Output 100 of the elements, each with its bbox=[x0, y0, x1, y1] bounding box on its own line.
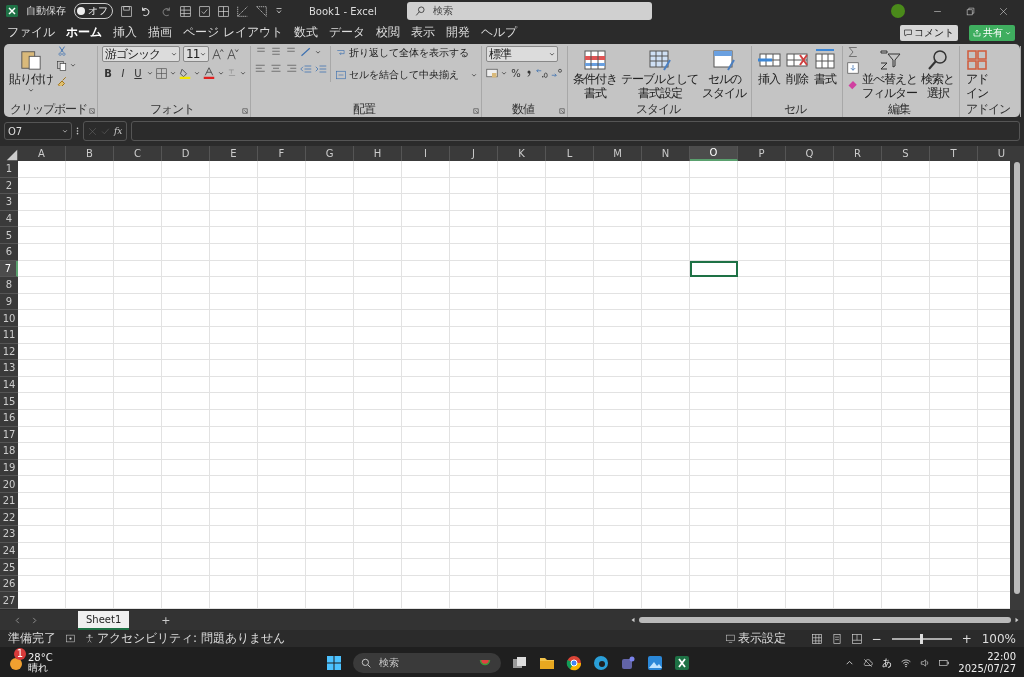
clock-date[interactable]: 2025/07/27 bbox=[958, 662, 1016, 675]
italic-button[interactable]: I bbox=[117, 67, 129, 79]
ribbon-button[interactable]: 書式 bbox=[812, 46, 838, 88]
clock-time[interactable]: 22:00 bbox=[958, 650, 1016, 663]
customize-toolbar-icon[interactable] bbox=[275, 7, 283, 15]
column-header[interactable]: E bbox=[210, 146, 258, 161]
row-header[interactable]: 1 bbox=[0, 161, 18, 178]
row-header[interactable]: 18 bbox=[0, 443, 18, 460]
accessibility-status[interactable]: アクセシビリティ: 問題ありません bbox=[97, 630, 285, 647]
ribbon-button[interactable]: 条件付き 書式 bbox=[572, 46, 618, 102]
save-icon[interactable] bbox=[121, 5, 132, 17]
decrease-indent-icon[interactable] bbox=[300, 63, 312, 75]
cut-icon[interactable] bbox=[57, 46, 67, 56]
ribbon-tab[interactable]: 校閲 bbox=[375, 20, 400, 46]
scroll-right-icon[interactable] bbox=[31, 616, 38, 624]
column-header[interactable]: P bbox=[738, 146, 786, 161]
column-header[interactable]: T bbox=[930, 146, 978, 161]
row-header[interactable]: 27 bbox=[0, 592, 18, 610]
browser-icon[interactable] bbox=[566, 654, 582, 671]
name-box[interactable]: O7 bbox=[4, 122, 72, 140]
formula-input[interactable] bbox=[131, 121, 1020, 141]
ribbon-button[interactable]: アド イン bbox=[964, 46, 990, 102]
column-header[interactable]: N bbox=[642, 146, 690, 161]
sheet-tab[interactable]: Sheet1 bbox=[78, 610, 130, 630]
ribbon-button[interactable]: 挿入 bbox=[756, 46, 782, 88]
close-icon[interactable] bbox=[999, 6, 1008, 16]
page-layout-icon[interactable] bbox=[831, 633, 842, 644]
table-icon[interactable] bbox=[180, 5, 191, 17]
increase-decimal-icon[interactable] bbox=[536, 67, 548, 79]
row-header[interactable]: 15 bbox=[0, 393, 18, 410]
align-left-icon[interactable] bbox=[255, 63, 267, 75]
increase-font-icon[interactable] bbox=[212, 48, 224, 60]
dialog-launcher-icon[interactable] bbox=[473, 108, 479, 114]
horizontal-scrollbar[interactable] bbox=[630, 615, 1020, 625]
decrease-font-icon[interactable] bbox=[227, 48, 239, 60]
ribbon-button[interactable]: テーブルとして 書式設定 bbox=[620, 46, 699, 102]
ribbon-tab[interactable]: データ bbox=[328, 20, 365, 46]
teams-icon[interactable] bbox=[620, 654, 636, 671]
taskbar-search-field[interactable]: 検索 bbox=[353, 652, 501, 673]
column-header[interactable]: I bbox=[402, 146, 450, 161]
scroll-left-icon[interactable] bbox=[14, 616, 21, 624]
autosum-icon[interactable] bbox=[847, 46, 859, 58]
start-icon[interactable] bbox=[326, 654, 342, 671]
dialog-launcher-icon[interactable] bbox=[89, 108, 95, 114]
undo-icon[interactable] bbox=[140, 5, 152, 17]
paste-button[interactable]: 貼り付け bbox=[8, 46, 54, 95]
row-header[interactable]: 8 bbox=[0, 277, 18, 294]
zoom-out-button[interactable]: − bbox=[871, 631, 882, 646]
excel-app-icon[interactable] bbox=[674, 654, 690, 671]
merge-center-icon[interactable] bbox=[336, 70, 346, 80]
row-header[interactable]: 3 bbox=[0, 194, 18, 211]
zoom-percentage[interactable]: 100% bbox=[981, 631, 1016, 646]
ribbon-tab[interactable]: ファイル bbox=[7, 20, 55, 46]
ribbon-button[interactable]: セルの スタイル bbox=[701, 46, 747, 102]
dialog-launcher-icon[interactable] bbox=[559, 108, 565, 114]
macro-record-icon[interactable] bbox=[66, 634, 75, 643]
insert-function-button[interactable]: fx bbox=[114, 126, 123, 136]
restore-icon[interactable] bbox=[966, 6, 975, 16]
decrease-decimal-icon[interactable] bbox=[551, 67, 563, 79]
row-header[interactable]: 13 bbox=[0, 360, 18, 377]
cloud-off-icon[interactable] bbox=[863, 657, 874, 668]
copy-icon[interactable] bbox=[57, 61, 67, 71]
fill-down-icon[interactable] bbox=[847, 62, 859, 74]
grid-icon[interactable] bbox=[218, 5, 229, 17]
merge-center-button[interactable]: セルを結合して中央揃え bbox=[349, 68, 459, 82]
dialog-launcher-icon[interactable] bbox=[242, 108, 248, 114]
column-header[interactable]: B bbox=[66, 146, 114, 161]
font-size-field[interactable]: 11 bbox=[183, 46, 209, 62]
ribbon-tab[interactable]: 表示 bbox=[410, 20, 435, 46]
diagonal-down-icon[interactable] bbox=[256, 5, 267, 17]
row-header[interactable]: 22 bbox=[0, 509, 18, 527]
redo-icon[interactable] bbox=[160, 5, 172, 17]
font-name-field[interactable]: 游ゴシック bbox=[102, 46, 180, 62]
ribbon-tab[interactable]: ページ レイアウト bbox=[183, 20, 283, 46]
brush-icon[interactable] bbox=[57, 76, 67, 86]
align-right-icon[interactable] bbox=[285, 63, 297, 75]
diagonal-border-icon[interactable] bbox=[237, 5, 248, 17]
comment-button[interactable]: コメント bbox=[900, 25, 958, 41]
ribbon-tab[interactable]: 描画 bbox=[148, 20, 172, 46]
search-field[interactable]: 検索 bbox=[406, 2, 652, 20]
vertical-scrollbar[interactable] bbox=[1010, 146, 1024, 610]
ribbon-tab[interactable]: 挿入 bbox=[113, 20, 137, 46]
borders-icon[interactable] bbox=[156, 67, 167, 79]
percent-style-button[interactable]: % bbox=[510, 67, 522, 79]
normal-view-icon[interactable] bbox=[811, 633, 822, 644]
ribbon-button[interactable]: 削除 bbox=[784, 46, 810, 88]
temperature-text[interactable]: 28°C bbox=[28, 652, 53, 663]
display-settings-button[interactable]: 表示設定 bbox=[737, 630, 786, 647]
align-center-icon[interactable] bbox=[270, 63, 282, 75]
check-icon[interactable] bbox=[101, 126, 110, 136]
wrap-text-icon[interactable] bbox=[336, 48, 346, 58]
column-header[interactable]: S bbox=[882, 146, 930, 161]
column-header[interactable]: R bbox=[834, 146, 882, 161]
column-header[interactable]: A bbox=[18, 146, 66, 161]
fill-color-icon[interactable] bbox=[179, 67, 191, 79]
align-middle-icon[interactable] bbox=[270, 46, 282, 58]
battery-icon[interactable] bbox=[939, 657, 950, 668]
row-header[interactable]: 10 bbox=[0, 310, 18, 327]
wifi-icon[interactable] bbox=[901, 657, 912, 668]
currency-icon[interactable] bbox=[486, 67, 498, 79]
